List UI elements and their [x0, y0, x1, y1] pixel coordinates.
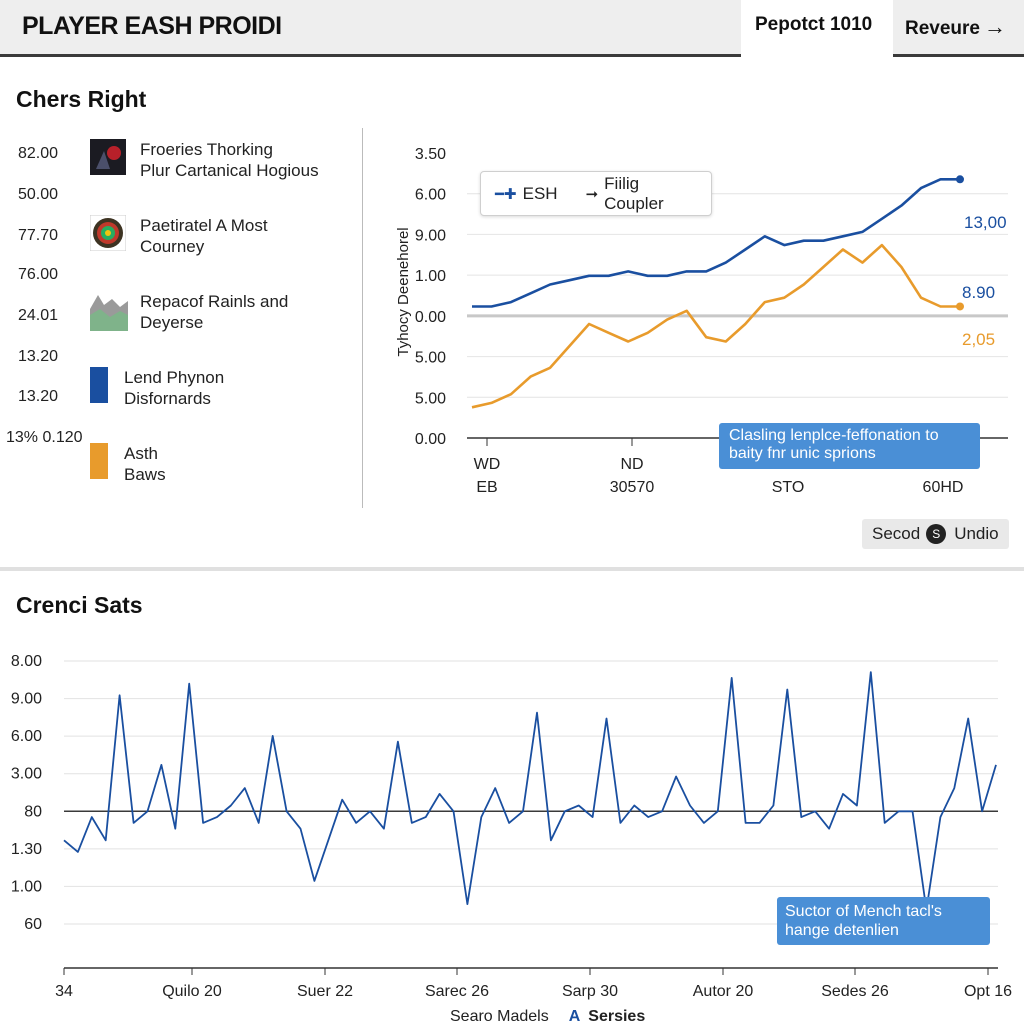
y-tick-label: 3.00 — [11, 766, 42, 783]
chart-series — [63, 671, 997, 911]
footer-legend-left: Searo Madels — [450, 1008, 549, 1024]
x-tick-label: Sedes 26 — [821, 983, 889, 1000]
footer-legend-series[interactable]: Sersies — [588, 1008, 645, 1024]
x-tick-label: Autor 20 — [693, 983, 754, 1000]
x-tick-label: Suer 22 — [297, 983, 353, 1000]
y-tick-label: 1.30 — [11, 841, 42, 858]
y-tick-label: 80 — [24, 803, 42, 820]
y-tick-label: 60 — [24, 916, 42, 933]
y-tick-label: 6.00 — [11, 728, 42, 745]
y-tick-label: 8.00 — [11, 653, 42, 670]
chart-callout: Suctor of Mench tacl's hange detenlien — [777, 897, 990, 945]
x-tick-label: Sarp 30 — [562, 983, 618, 1000]
y-axis-ticks: 8.00 9.00 6.00 3.00 80 1.30 1.00 60 — [11, 653, 42, 933]
x-tick-label: Sarec 26 — [425, 983, 489, 1000]
y-tick-label: 9.00 — [11, 691, 42, 708]
x-tick-label: Opt 16 — [964, 983, 1012, 1000]
series-marker-icon: A — [568, 1008, 581, 1024]
footer-legend: Searo Madels A Sersies — [450, 1008, 645, 1024]
x-tick-label: Quilo 20 — [162, 983, 222, 1000]
y-tick-label: 1.00 — [11, 878, 42, 895]
volatility-chart: 8.00 9.00 6.00 3.00 80 1.30 1.00 60 34 Quilo 20 S… — [11, 653, 1012, 1000]
series-line — [63, 671, 997, 911]
x-axis-ticks: 34 Quilo 20 Suer 22 Sarec 26 Sarp 30 Autor 20… — [55, 968, 1012, 1000]
x-tick-label: 34 — [55, 983, 73, 1000]
